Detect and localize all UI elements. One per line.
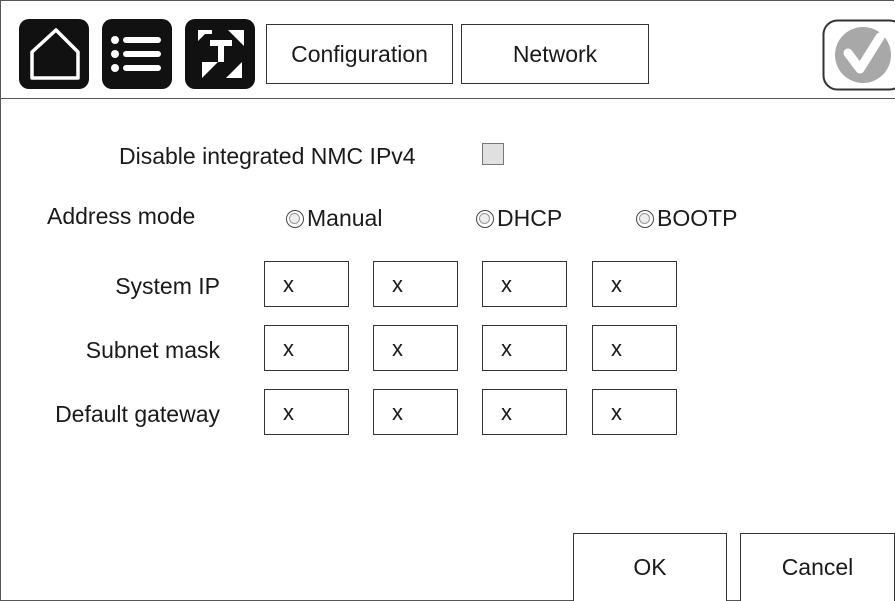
header-divider xyxy=(0,98,895,99)
disable-nmc-label: Disable integrated NMC IPv4 xyxy=(119,143,416,169)
menu-button[interactable] xyxy=(102,19,172,89)
system-ip-octet-2[interactable]: x xyxy=(373,261,458,307)
radio-manual[interactable]: Manual xyxy=(286,205,382,232)
subnet-mask-octet-2[interactable]: x xyxy=(373,325,458,371)
menu-icon xyxy=(111,36,161,72)
network-button[interactable] xyxy=(185,19,255,89)
subnet-mask-octet-3[interactable]: x xyxy=(482,325,567,371)
default-gateway-label: Default gateway xyxy=(55,401,220,427)
radio-bootp-label: BOOTP xyxy=(657,205,738,231)
default-gateway-octet-2[interactable]: x xyxy=(373,389,458,435)
network-icon xyxy=(198,30,244,78)
system-ip-octet-1[interactable]: x xyxy=(264,261,349,307)
home-button[interactable] xyxy=(19,19,89,89)
tab-network[interactable]: Network xyxy=(461,24,649,84)
system-ip-octet-3[interactable]: x xyxy=(482,261,567,307)
default-gateway-octet-1[interactable]: x xyxy=(264,389,349,435)
default-gateway-octet-4[interactable]: x xyxy=(592,389,677,435)
status-ok-icon xyxy=(822,19,895,91)
radio-dhcp-circle[interactable] xyxy=(476,209,494,228)
default-gateway-octet-3[interactable]: x xyxy=(482,389,567,435)
subnet-mask-label: Subnet mask xyxy=(85,337,220,363)
cancel-button[interactable]: Cancel xyxy=(740,533,895,601)
home-icon xyxy=(30,28,80,80)
system-ip-octet-4[interactable]: x xyxy=(592,261,677,307)
system-ip-label: System IP xyxy=(115,273,220,299)
ok-button[interactable]: OK xyxy=(573,533,727,601)
tab-configuration[interactable]: Configuration xyxy=(266,24,453,84)
radio-bootp-circle[interactable] xyxy=(636,209,654,228)
address-mode-label: Address mode xyxy=(47,203,196,229)
disable-nmc-checkbox[interactable] xyxy=(482,143,504,165)
radio-dhcp[interactable]: DHCP xyxy=(476,205,562,232)
radio-manual-circle[interactable] xyxy=(286,209,304,228)
radio-dhcp-label: DHCP xyxy=(497,205,563,231)
subnet-mask-octet-4[interactable]: x xyxy=(592,325,677,371)
radio-bootp[interactable]: BOOTP xyxy=(636,205,738,232)
radio-manual-label: Manual xyxy=(307,205,383,231)
status-indicator[interactable] xyxy=(822,19,895,91)
subnet-mask-octet-1[interactable]: x xyxy=(264,325,349,371)
